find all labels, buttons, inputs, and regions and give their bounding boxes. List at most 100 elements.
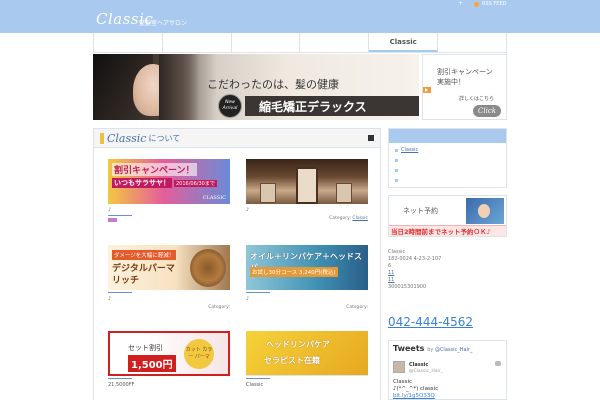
post-thumbnail[interactable]: ダメージを大幅に軽減！ デジタルパーマ リッチ [108, 245, 230, 290]
post-card[interactable]: ♪ Category: Classic [246, 159, 368, 221]
collapse-icon[interactable] [368, 135, 374, 141]
thumb-text: セット割引 [128, 344, 163, 352]
post-card[interactable]: セット割引 1,500円 カット カラー パーマ 21,5000FF [108, 331, 230, 388]
section-header: Classic について [94, 129, 380, 148]
post-caption[interactable]: 21,5000FF [108, 382, 230, 388]
nav-item-2[interactable] [163, 33, 232, 52]
post-meta: Category: [246, 305, 368, 310]
click-button[interactable]: Click [473, 105, 501, 117]
nav-item-4[interactable] [300, 33, 370, 52]
sidebar-link[interactable] [395, 157, 411, 163]
curly-hair-image [190, 249, 226, 287]
main-navigation: Classic [93, 33, 507, 53]
nav-item-1[interactable] [94, 33, 163, 52]
main-content: Classic について 割引キャンペーン！ いつもサラサヤ！ 2016/06/… [93, 128, 381, 400]
post-link-underline[interactable] [108, 378, 132, 379]
twitter-widget: Tweets by @Classic_Hair_ Classic @Classi… [388, 340, 507, 400]
avatar[interactable] [393, 361, 405, 373]
post-thumbnail[interactable] [246, 159, 368, 204]
phone-link[interactable]: 042-444-4562 [388, 315, 473, 329]
arrow-right-icon [423, 87, 431, 93]
tweets-header: Tweets by @Classic_Hair_ [389, 341, 506, 356]
thumb-text: 割引キャンペーン！ [112, 163, 197, 176]
child-photo [466, 198, 504, 224]
nav-item-classic[interactable]: Classic [369, 33, 439, 52]
section-title-suffix: について [148, 133, 181, 143]
post-card[interactable]: オイル＋リンパケア＋ヘッドスパ お試し30分コース 3,240円(税込) ♪ C… [246, 245, 368, 310]
net-reservation-title: ネット予約 [403, 207, 438, 215]
post-thumbnail[interactable]: オイル＋リンパケア＋ヘッドスパ お試し30分コース 3,240円(税込) [246, 245, 368, 290]
new-arrival-badge: New Arrival [218, 94, 242, 118]
post-meta: Category: [108, 305, 230, 310]
category-label: Category: [208, 305, 230, 310]
reservation-notice: 当日2時間前までネット予約ＯＫ♪ [389, 225, 506, 236]
promo-title: 割引キャンペーン 実施中！ [437, 68, 493, 86]
category-tag[interactable] [108, 218, 117, 222]
hero-hair-image-2 [159, 54, 199, 120]
post-caption[interactable]: ♪ [108, 207, 230, 213]
plus-icon[interactable]: + [458, 0, 463, 7]
campaign-promo[interactable]: 割引キャンペーン 実施中！ 詳しくはこちら Click [422, 54, 507, 120]
shop-number: 300015301900 [388, 284, 427, 290]
post-card[interactable]: ダメージを大幅に軽減！ デジタルパーマ リッチ ♪ Category: [108, 245, 230, 310]
net-reservation-banner[interactable]: ネット予約 当日2時間前までネット予約ＯＫ♪ [388, 195, 507, 237]
post-thumbnail[interactable]: セット割引 1,500円 カット カラー パーマ [108, 331, 230, 376]
category-link[interactable]: Classic [352, 216, 368, 221]
post-card[interactable]: 割引キャンペーン！ いつもサラサヤ！ 2016/06/30まで CLASSIC … [108, 159, 230, 224]
nav-item-6[interactable] [438, 33, 506, 52]
thumb-text: 1,500円 [128, 355, 176, 372]
thumb-text: ヘッドリンパケア [266, 340, 330, 349]
address-link[interactable]: 11 [388, 270, 441, 277]
tweets-title: Tweets [393, 344, 425, 353]
category-label: Category: [346, 305, 368, 310]
salon-chair-image [336, 183, 352, 203]
shop-address-line: 6 [388, 263, 392, 269]
post-link-underline[interactable] [246, 378, 270, 379]
post-caption[interactable]: ♪ [246, 296, 368, 302]
twitter-handle-link[interactable]: @Classic_Hair_ [435, 347, 473, 353]
sidebar-link-classic[interactable]: Classic [394, 147, 418, 153]
nav-item-3[interactable] [232, 33, 301, 52]
menu-badge: カット カラー パーマ [184, 339, 214, 369]
sidebar-link[interactable] [395, 167, 411, 173]
post-card[interactable]: ヘッドリンパケア セラピスト在籍 Classic [246, 331, 368, 388]
address-link[interactable]: 11 [388, 277, 441, 284]
thumb-text: 2016/06/30まで [174, 180, 217, 187]
tweets-by: by @Classic_Hair_ [427, 347, 473, 353]
post-link-underline[interactable] [246, 292, 270, 293]
tweet-link[interactable]: bit.ly/1g5O33Q [393, 393, 438, 400]
salon-chair-image [260, 183, 276, 203]
hero-banner[interactable]: こだわったのは、髪の健康 New Arrival 縮毛矯正デラックス [93, 54, 419, 120]
sidebar-link[interactable] [395, 177, 411, 183]
post-thumbnail[interactable]: 割引キャンペーン！ いつもサラサヤ！ 2016/06/30まで CLASSIC [108, 159, 230, 204]
section-marker [100, 132, 104, 144]
section-title: Classic [107, 131, 147, 145]
thumb-text: セラピスト在籍 [264, 356, 320, 365]
rss-label: RSS FEED [482, 1, 507, 7]
shop-name: Classic [388, 249, 406, 255]
post-caption[interactable]: ♪ [108, 296, 230, 302]
post-link-underline[interactable] [108, 215, 132, 216]
category-label: Category: [329, 216, 351, 221]
shop-zip: 182-0024 4-23-2-107 [388, 256, 442, 262]
post-caption[interactable]: Classic [246, 382, 368, 388]
hero-tagline: こだわったのは、髪の健康 [207, 78, 339, 91]
widget-banner [389, 129, 506, 143]
tweet-text: Classic ♪(*^_^*) classic bit.ly/1g5O33Q [393, 379, 439, 400]
post-caption[interactable]: ♪ [246, 207, 368, 213]
hero-product-name: 縮毛矯正デラックス [245, 96, 419, 116]
thumb-text: お試し30分コース 3,240円(税込) [250, 267, 338, 277]
sidebar: Classic [388, 128, 507, 188]
thumb-text: リッチ [112, 276, 140, 286]
thumb-text: いつもサラサヤ！ [112, 178, 172, 188]
salon-door-image [296, 167, 318, 204]
promo-detail-link[interactable]: 詳しくはこちら [459, 95, 494, 102]
tweet-author-handle[interactable]: @Classic_Hair_ [409, 369, 443, 374]
sidebar-widget: Classic [388, 128, 507, 188]
thumb-text: ダメージを大幅に軽減！ [112, 250, 177, 260]
rss-feed-link[interactable]: + RSS FEED [458, 0, 507, 7]
tweet-author-name[interactable]: Classic [409, 362, 428, 368]
post-link-underline[interactable] [108, 292, 132, 293]
post-thumbnail[interactable]: ヘッドリンパケア セラピスト在籍 [246, 331, 368, 376]
twitter-bird-icon [495, 361, 501, 366]
